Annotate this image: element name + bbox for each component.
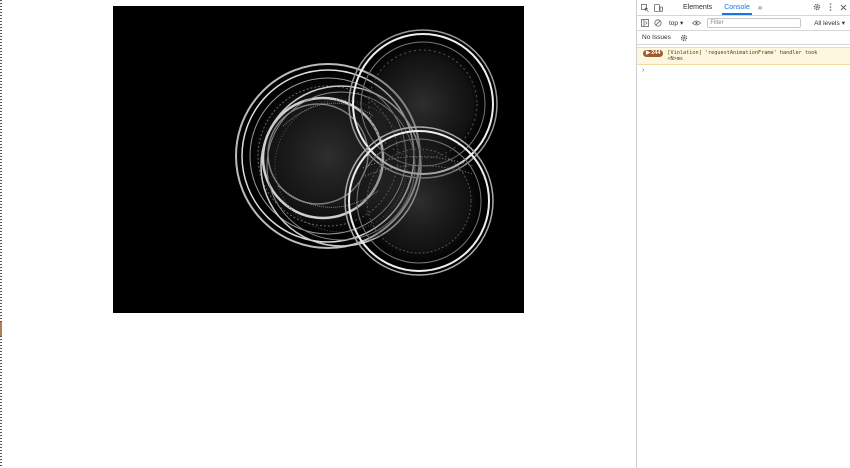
tab-console[interactable]: Console	[718, 0, 756, 15]
more-tabs-button[interactable]: »	[756, 3, 764, 12]
context-value: top	[669, 19, 679, 27]
log-levels-select[interactable]: All levels ▾	[814, 19, 845, 28]
console-message-warning[interactable]: ▶ 244 [Violation] 'requestAnimationFrame…	[637, 47, 850, 65]
settings-gear-icon[interactable]	[812, 2, 822, 12]
page-viewport	[0, 0, 636, 468]
close-icon[interactable]	[838, 2, 848, 12]
tab-elements[interactable]: Elements	[677, 0, 718, 15]
issues-bar: No Issues	[637, 31, 850, 45]
filter-input[interactable]: Filter	[707, 18, 802, 28]
clear-console-icon[interactable]	[653, 18, 663, 28]
sidebar-toggle-icon[interactable]	[640, 18, 650, 28]
console-prompt[interactable]: ›	[637, 65, 850, 76]
inspect-icon[interactable]	[640, 3, 650, 13]
chevron-down-icon: ▾	[680, 20, 684, 27]
devtools-panel: Elements Console » top ▾ Filter All leve…	[636, 0, 850, 468]
settings-gear-icon[interactable]	[679, 33, 689, 43]
viewport-edge-marker	[0, 322, 2, 336]
expand-triangle-icon: ▶	[646, 50, 651, 56]
context-select[interactable]: top ▾	[669, 19, 684, 28]
eye-icon[interactable]	[691, 18, 701, 28]
chevron-down-icon: ▾	[841, 20, 845, 27]
animation-canvas[interactable]	[113, 6, 524, 313]
device-toggle-icon[interactable]	[653, 3, 663, 13]
issues-label[interactable]: No Issues	[642, 34, 671, 41]
kebab-menu-icon[interactable]	[825, 2, 835, 12]
message-text: [Violation] 'requestAnimationFrame' hand…	[667, 50, 818, 62]
repeat-count-badge[interactable]: ▶ 244	[643, 50, 664, 57]
ripple-circle-bottom-right	[344, 126, 494, 276]
ripple-rings	[235, 29, 498, 276]
viewport-edge	[0, 0, 2, 468]
log-levels-value: All levels	[814, 19, 840, 27]
devtools-tab-bar: Elements Console »	[637, 0, 850, 16]
console-toolbar: top ▾ Filter All levels ▾	[637, 16, 850, 31]
